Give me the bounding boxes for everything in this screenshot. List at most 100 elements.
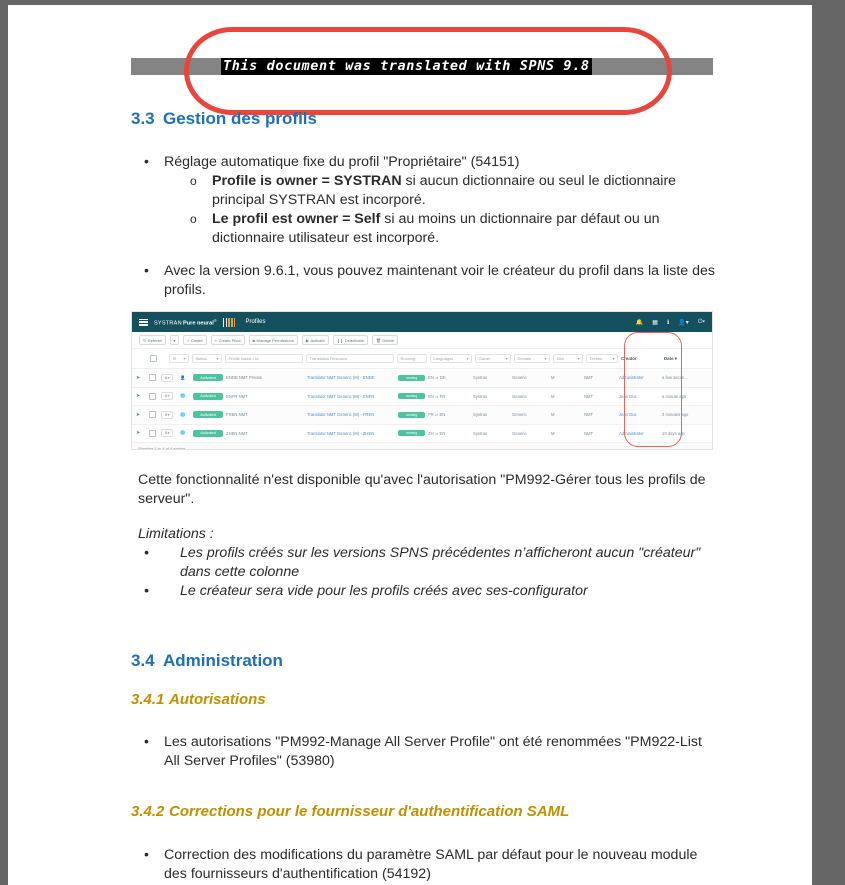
row-checkbox[interactable] <box>149 374 156 382</box>
status-badge: Activated <box>193 429 224 437</box>
cell-translation-resource[interactable]: Translator NMT Generic (M) - ENFR <box>307 394 395 399</box>
column-header-techno-label: Techno <box>589 356 603 361</box>
table-row[interactable]: ➤ ⚙▾ 🌐 Activated ENFR NMT Translator NMT… <box>132 387 712 406</box>
row-checkbox[interactable] <box>149 392 156 400</box>
column-header-profile-name-label: Profile Name / Id <box>228 356 259 361</box>
select-all-checkbox[interactable] <box>150 355 157 362</box>
bullet-3-3-1: Réglage automatique fixe du profil "Prop… <box>164 154 520 170</box>
cell-translation-resource[interactable]: Translator NMT Generic (M) - ZHEN <box>307 431 395 436</box>
cell-creator[interactable]: Administrator <box>619 431 659 436</box>
cell-owner: Systran <box>473 375 488 381</box>
row-actions-gear[interactable]: ⚙▾ <box>161 373 174 382</box>
column-header-date[interactable]: Date ▾ <box>664 356 694 362</box>
cell-date: a few secon... <box>662 375 688 381</box>
column-header-size[interactable]: Size ▾ <box>553 354 583 363</box>
column-filter-gear[interactable]: ⚙ ▾ <box>169 354 189 363</box>
column-header-languages[interactable]: Languages ▾ <box>430 354 472 363</box>
column-header-languages-label: Languages <box>433 356 454 361</box>
app-header-icons: 🔔 ▦ ℹ 👤▾ ⏻▾ <box>636 319 705 326</box>
column-header-domain[interactable]: Domain ▾ <box>514 354 550 363</box>
toolbar-delete-label: Delete <box>382 337 394 343</box>
toolbar-create-button[interactable]: + Create <box>182 335 207 345</box>
list-item: Les autorisations "PM992-Manage All Serv… <box>140 732 715 771</box>
cell-domain: Generic <box>512 375 527 381</box>
column-header-translation-resource[interactable]: Translation Resource <box>306 354 394 363</box>
expand-row-icon[interactable]: ➤ <box>136 412 146 418</box>
table-body: ➤ ⚙▾ 👤 Activated ENDE NMT Private Transl… <box>132 369 712 443</box>
column-header-techno[interactable]: Techno ▾ <box>586 354 618 363</box>
globe-icon: 🌐 <box>180 393 186 399</box>
limitations-label: Limitations : <box>138 526 214 542</box>
toolbar-deactivate-button[interactable]: ❙❙ Deactivate <box>332 335 368 345</box>
running-badge: running <box>398 374 426 381</box>
heading-3-4-1-number: 3.4.1 <box>131 691 165 708</box>
app-header-bar: SYSTRAN Pure neural® Profiles 🔔 ▦ ℹ 👤▾ ⏻… <box>132 312 712 332</box>
bullet-list-3-3: Réglage automatique fixe du profil "Prop… <box>140 152 715 248</box>
power-icon[interactable]: ⏻▾ <box>698 319 705 326</box>
column-header-status[interactable]: Status ▾ <box>192 354 222 363</box>
refresh-icon: ↻ <box>143 337 147 343</box>
cell-techno: NMT <box>584 430 594 436</box>
row-actions-gear[interactable]: ⚙▾ <box>161 392 174 401</box>
cell-languages: EN ⇒ FR <box>428 393 446 399</box>
hamburger-menu-icon[interactable] <box>139 318 148 326</box>
toolbar-create-pivot-label: Create Pivot <box>218 337 241 343</box>
bullet-list-3-3-second: Avec la version 9.6.1, vous pouvez maint… <box>140 261 715 300</box>
table-row[interactable]: ➤ ⚙▾ 🌐 Activated FREN NMT Translator NMT… <box>132 406 712 425</box>
bell-icon[interactable]: 🔔 <box>636 319 643 326</box>
limitations-list: Les profils créés sur les versions SPNS … <box>140 543 710 601</box>
toolbar-refresh-button[interactable]: ↻ Refresh <box>139 335 166 345</box>
column-header-status-label: Status <box>195 356 207 361</box>
cell-profile-name: ENFR NMT <box>226 393 248 399</box>
table-row[interactable]: ➤ ⚙▾ 👤 Activated ENDE NMT Private Transl… <box>132 369 712 388</box>
row-checkbox[interactable] <box>149 411 156 419</box>
expand-row-icon[interactable]: ➤ <box>136 393 146 399</box>
cell-translation-resource[interactable]: Translator NMT Generic (M) - FREN <box>307 412 395 417</box>
chevron-down-icon: ▾ <box>216 356 219 361</box>
column-header-running[interactable]: Running <box>397 354 427 363</box>
toolbar-create-pivot-button[interactable]: + Create Pivot <box>210 335 245 345</box>
cell-translation-resource[interactable]: Translator NMT Generic (M) - ENDE <box>307 375 395 380</box>
row-checkbox[interactable] <box>149 429 156 437</box>
gear-icon: ⚙ <box>172 356 177 361</box>
info-icon[interactable]: ℹ <box>667 319 669 326</box>
cell-creator[interactable]: Administrator <box>619 375 659 380</box>
toolbar-refresh-caret[interactable]: ▾ <box>169 335 179 345</box>
cell-size: M <box>551 430 555 436</box>
table-header-row: ⚙ ▾ Status ▾ Profile Name / Id Translation… <box>132 349 712 369</box>
table-row[interactable]: ➤ ⚙▾ 🌐 Activated ZHEN NMT Translator NMT… <box>132 424 712 443</box>
cell-owner: Systran <box>473 412 488 418</box>
cell-languages: EN ⇒ DE <box>428 375 446 381</box>
status-badge: Activated <box>193 392 224 400</box>
toolbar-refresh-label: Refresh <box>147 337 162 343</box>
column-header-profile-name[interactable]: Profile Name / Id <box>225 354 303 363</box>
list-item: Les profils créés sur les versions SPNS … <box>140 543 710 582</box>
cell-techno: NMT <box>584 412 594 418</box>
row-actions-gear[interactable]: ⚙▾ <box>161 410 174 419</box>
expand-row-icon[interactable]: ➤ <box>136 375 146 381</box>
grid-icon[interactable]: ▦ <box>652 319 658 326</box>
chevron-down-icon: ▾ <box>544 356 547 361</box>
toolbar-manage-permissions-button[interactable]: ■ Manage Permissions <box>248 335 298 345</box>
sub-bullet-list-3-3: Profile is owner = SYSTRAN si aucun dict… <box>164 172 715 248</box>
row-actions-gear[interactable]: ⚙▾ <box>161 429 174 438</box>
cell-date: 19 days ago <box>662 430 685 436</box>
table-footer: Showing 1 to 4 of 4 entries 10▾ <box>132 443 712 449</box>
app-toolbar: ↻ Refresh ▾ + Create + Create Pivot ■ Manage… <box>132 332 712 349</box>
chevron-down-icon: ▾ <box>505 356 508 361</box>
column-header-owner[interactable]: Owner ▾ <box>475 354 511 363</box>
heading-3-4-2-number: 3.4.2 <box>131 803 165 820</box>
column-header-creator[interactable]: Creator <box>621 356 661 361</box>
list-item: Le créateur sera vide pour les profils c… <box>140 581 710 601</box>
expand-row-icon[interactable]: ➤ <box>136 430 146 436</box>
toolbar-delete-button[interactable]: 🗑 Delete <box>371 335 398 345</box>
user-icon[interactable]: 👤▾ <box>678 319 688 326</box>
cell-size: M <box>551 375 555 381</box>
column-header-owner-label: Owner <box>478 356 491 361</box>
chevron-down-icon: ▾ <box>577 356 580 361</box>
cell-creator[interactable]: Jean Duc <box>619 394 659 399</box>
bullet-3-3-2: Avec la version 9.6.1, vous pouvez maint… <box>164 263 715 298</box>
cell-creator[interactable]: Jean Duc <box>619 412 659 417</box>
status-badge: Activated <box>193 374 224 382</box>
toolbar-activate-button[interactable]: ▶ Activate <box>301 335 329 345</box>
